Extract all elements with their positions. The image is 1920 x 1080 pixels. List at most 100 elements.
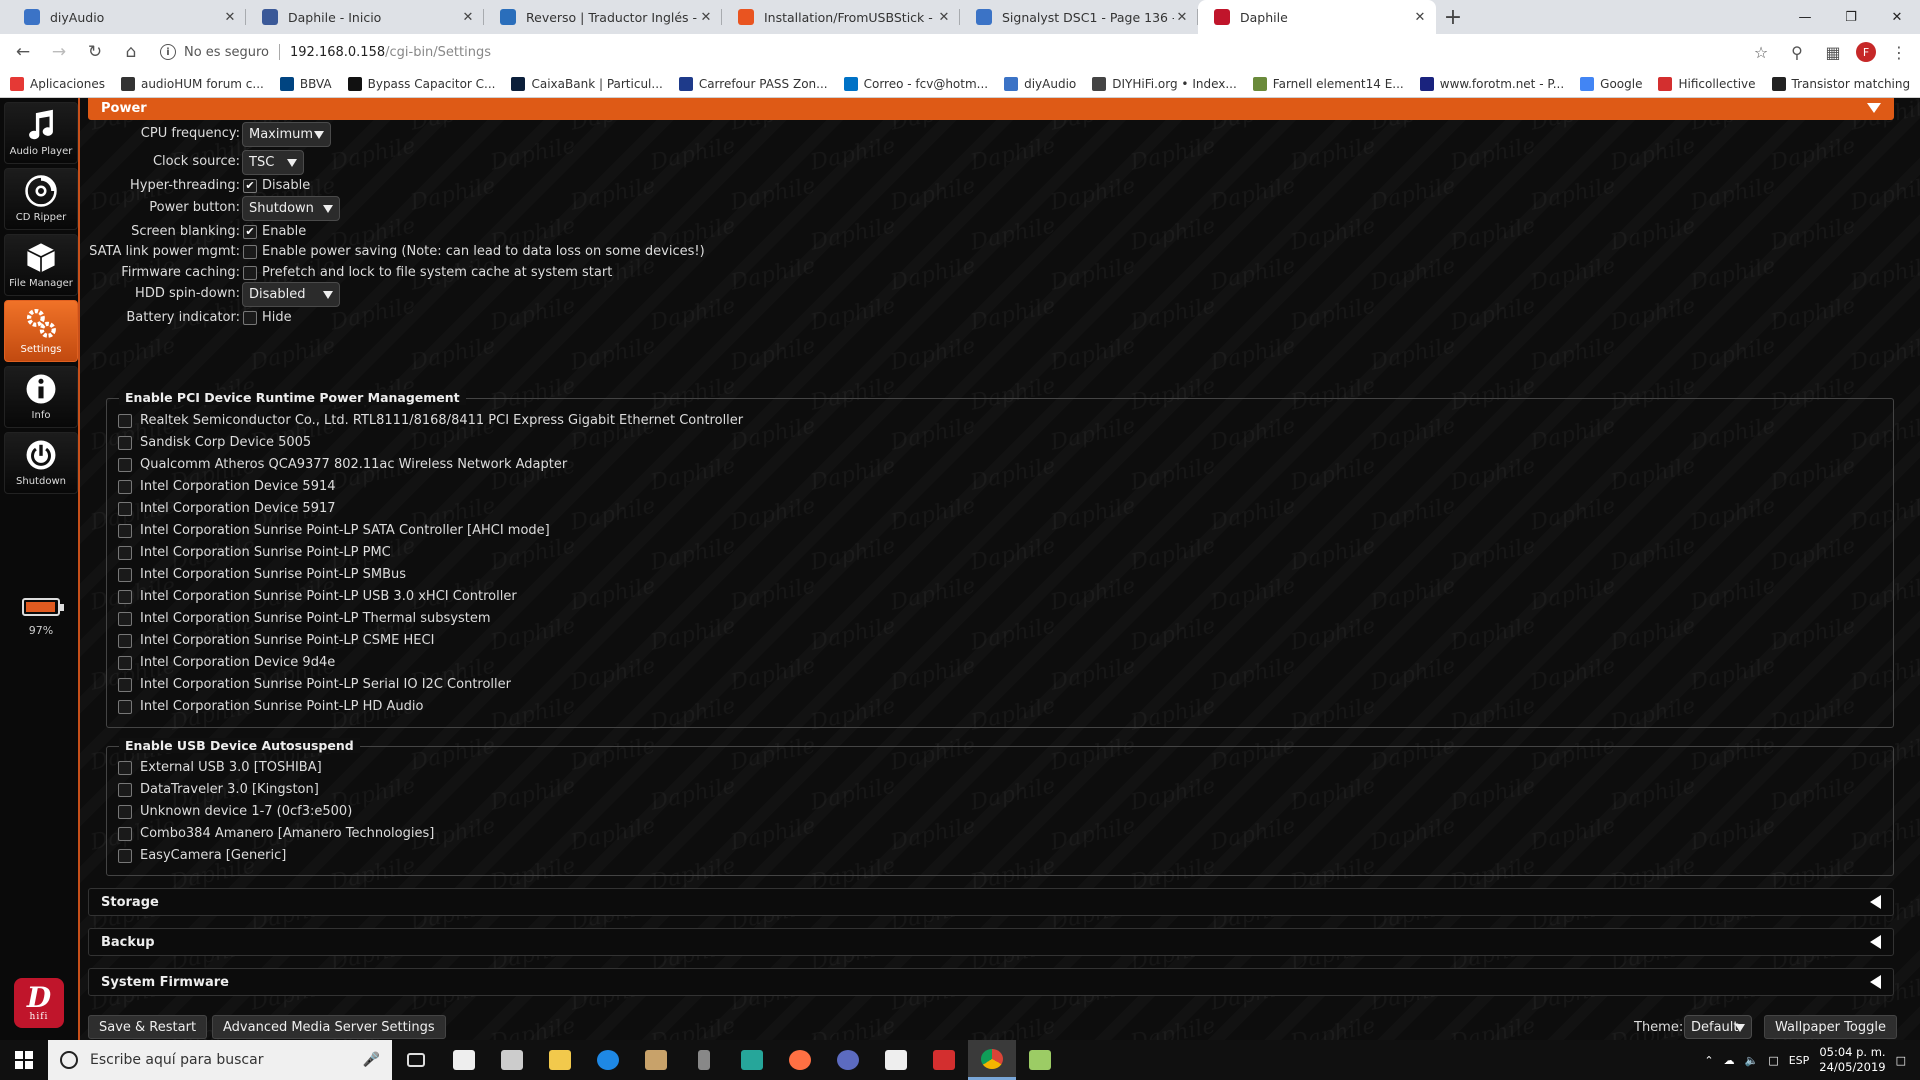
taskbar-search[interactable]: Escribe aquí para buscar 🎤 bbox=[48, 1040, 392, 1080]
bookmark-item[interactable]: audioHUM forum c... bbox=[120, 76, 264, 91]
browser-tab[interactable]: Daphile ✕ bbox=[1198, 0, 1436, 34]
bookmark-item[interactable]: Hificollective bbox=[1658, 76, 1756, 91]
close-tab-icon[interactable]: ✕ bbox=[1174, 10, 1190, 25]
close-tab-icon[interactable]: ✕ bbox=[1412, 10, 1428, 25]
home-button[interactable]: ⌂ bbox=[116, 37, 146, 67]
tray-chevron-icon[interactable]: ⌃ bbox=[1704, 1054, 1713, 1067]
close-tab-icon[interactable]: ✕ bbox=[460, 10, 476, 25]
device-checkbox[interactable] bbox=[118, 480, 132, 494]
bird-app-icon[interactable] bbox=[1016, 1040, 1064, 1080]
section-system-firmware-header[interactable]: System Firmware bbox=[88, 968, 1894, 996]
bookmark-item[interactable]: BBVA bbox=[279, 76, 332, 91]
language-indicator[interactable]: ESP bbox=[1789, 1054, 1810, 1067]
browser-tab[interactable]: Installation/FromUSBStick - Com✕ bbox=[722, 0, 960, 34]
microphone-icon[interactable]: 🎤 bbox=[363, 1052, 380, 1068]
setting-select[interactable]: Shutdown bbox=[242, 196, 340, 221]
task-view-icon[interactable] bbox=[392, 1040, 440, 1080]
bookmark-star-icon[interactable]: ☆ bbox=[1748, 39, 1774, 65]
file-explorer-icon[interactable] bbox=[536, 1040, 584, 1080]
section-storage-header[interactable]: Storage bbox=[88, 888, 1894, 916]
shield-app-icon[interactable] bbox=[728, 1040, 776, 1080]
bookmark-item[interactable]: DIYHiFi.org • Index... bbox=[1092, 76, 1237, 91]
store-icon[interactable] bbox=[488, 1040, 536, 1080]
zoom-icon[interactable]: ⚲ bbox=[1784, 39, 1810, 65]
device-checkbox[interactable] bbox=[118, 656, 132, 670]
setting-checkbox[interactable] bbox=[243, 266, 257, 280]
bookmark-item[interactable]: www.forotm.net - P... bbox=[1419, 76, 1564, 91]
reload-button[interactable]: ↻ bbox=[80, 37, 110, 67]
minimize-button[interactable]: — bbox=[1782, 0, 1828, 34]
bookmark-item[interactable]: Farnell element14 E... bbox=[1252, 76, 1404, 91]
device-checkbox[interactable] bbox=[118, 827, 132, 841]
fox-app-icon[interactable] bbox=[872, 1040, 920, 1080]
section-power-header[interactable]: Power bbox=[88, 98, 1894, 120]
setting-checkbox[interactable] bbox=[243, 311, 257, 325]
device-checkbox[interactable] bbox=[118, 805, 132, 819]
close-tab-icon[interactable]: ✕ bbox=[936, 10, 952, 25]
new-tab-button[interactable]: + bbox=[1436, 0, 1470, 34]
device-checkbox[interactable] bbox=[118, 414, 132, 428]
bookmark-item[interactable]: CaixaBank | Particul... bbox=[511, 76, 663, 91]
browser-tab[interactable]: diyAudio ✕ bbox=[8, 0, 246, 34]
bookmark-item[interactable]: Bypass Capacitor C... bbox=[347, 76, 495, 91]
device-checkbox[interactable] bbox=[118, 436, 132, 450]
clock[interactable]: 05:04 p. m. 24/05/2019 bbox=[1819, 1045, 1885, 1075]
setting-select[interactable]: Disabled bbox=[242, 282, 340, 307]
bookmark-item[interactable]: Google bbox=[1580, 76, 1642, 91]
device-checkbox[interactable] bbox=[118, 590, 132, 604]
setting-checkbox[interactable]: ✔ bbox=[243, 225, 257, 239]
device-checkbox[interactable] bbox=[118, 458, 132, 472]
advanced-media-server-button[interactable]: Advanced Media Server Settings bbox=[212, 1015, 446, 1039]
device-checkbox[interactable] bbox=[118, 502, 132, 516]
device-checkbox[interactable] bbox=[118, 546, 132, 560]
device-checkbox[interactable] bbox=[118, 678, 132, 692]
device-checkbox[interactable] bbox=[118, 849, 132, 863]
forward-button[interactable]: → bbox=[44, 37, 74, 67]
firefox-icon[interactable] bbox=[776, 1040, 824, 1080]
device-checkbox[interactable] bbox=[118, 761, 132, 775]
sidebar-item-shutdown[interactable]: Shutdown bbox=[4, 432, 78, 494]
setting-select[interactable]: Maximum bbox=[242, 122, 331, 147]
address-bar[interactable]: i No es seguro 192.168.0.158/cgi-bin/Set… bbox=[152, 38, 1748, 66]
device-checkbox[interactable] bbox=[118, 634, 132, 648]
browser-tab[interactable]: Signalyst DSC1 - Page 136 - diyA✕ bbox=[960, 0, 1198, 34]
theme-select[interactable]: Default bbox=[1684, 1015, 1752, 1039]
edge-icon[interactable] bbox=[584, 1040, 632, 1080]
bookmark-item[interactable]: Carrefour PASS Zon... bbox=[678, 76, 828, 91]
setting-checkbox[interactable] bbox=[243, 245, 257, 259]
close-tab-icon[interactable]: ✕ bbox=[698, 10, 714, 25]
gear-app-icon[interactable] bbox=[824, 1040, 872, 1080]
maximize-button[interactable]: ❐ bbox=[1828, 0, 1874, 34]
profile-avatar[interactable]: F bbox=[1856, 42, 1876, 62]
wallpaper-toggle-button[interactable]: Wallpaper Toggle bbox=[1764, 1015, 1897, 1039]
chrome-icon[interactable] bbox=[968, 1040, 1016, 1080]
mail-icon[interactable] bbox=[440, 1040, 488, 1080]
device-checkbox[interactable] bbox=[118, 524, 132, 538]
device-checkbox[interactable] bbox=[118, 700, 132, 714]
device-checkbox[interactable] bbox=[118, 783, 132, 797]
menu-kebab-icon[interactable]: ⋮ bbox=[1886, 39, 1912, 65]
bookmark-item[interactable]: Correo - fcv@hotm... bbox=[843, 76, 988, 91]
close-window-button[interactable]: ✕ bbox=[1874, 0, 1920, 34]
bookmark-item[interactable]: Transistor matching bbox=[1771, 76, 1910, 91]
network-icon[interactable]: □ bbox=[1768, 1054, 1778, 1067]
setting-checkbox[interactable]: ✔ bbox=[243, 179, 257, 193]
archive-app-icon[interactable] bbox=[632, 1040, 680, 1080]
device-checkbox[interactable] bbox=[118, 612, 132, 626]
start-button[interactable] bbox=[0, 1040, 48, 1080]
setting-select[interactable]: TSC bbox=[242, 150, 304, 175]
bookmark-item[interactable]: Aplicaciones bbox=[10, 76, 105, 91]
browser-tab[interactable]: Reverso | Traductor Inglés - Espa✕ bbox=[484, 0, 722, 34]
info-icon[interactable]: i bbox=[160, 44, 176, 60]
close-tab-icon[interactable]: ✕ bbox=[222, 10, 238, 25]
device-checkbox[interactable] bbox=[118, 568, 132, 582]
extension-icon[interactable]: ▦ bbox=[1820, 39, 1846, 65]
jar-app-icon[interactable] bbox=[680, 1040, 728, 1080]
save-restart-button[interactable]: Save & Restart bbox=[88, 1015, 208, 1039]
bookmark-item[interactable]: diyAudio bbox=[1004, 76, 1076, 91]
back-button[interactable]: ← bbox=[8, 37, 38, 67]
section-backup-header[interactable]: Backup bbox=[88, 928, 1894, 956]
onedrive-icon[interactable]: ☁ bbox=[1724, 1054, 1735, 1067]
ccleaner-icon[interactable] bbox=[920, 1040, 968, 1080]
volume-icon[interactable]: 🔈 bbox=[1745, 1054, 1759, 1067]
